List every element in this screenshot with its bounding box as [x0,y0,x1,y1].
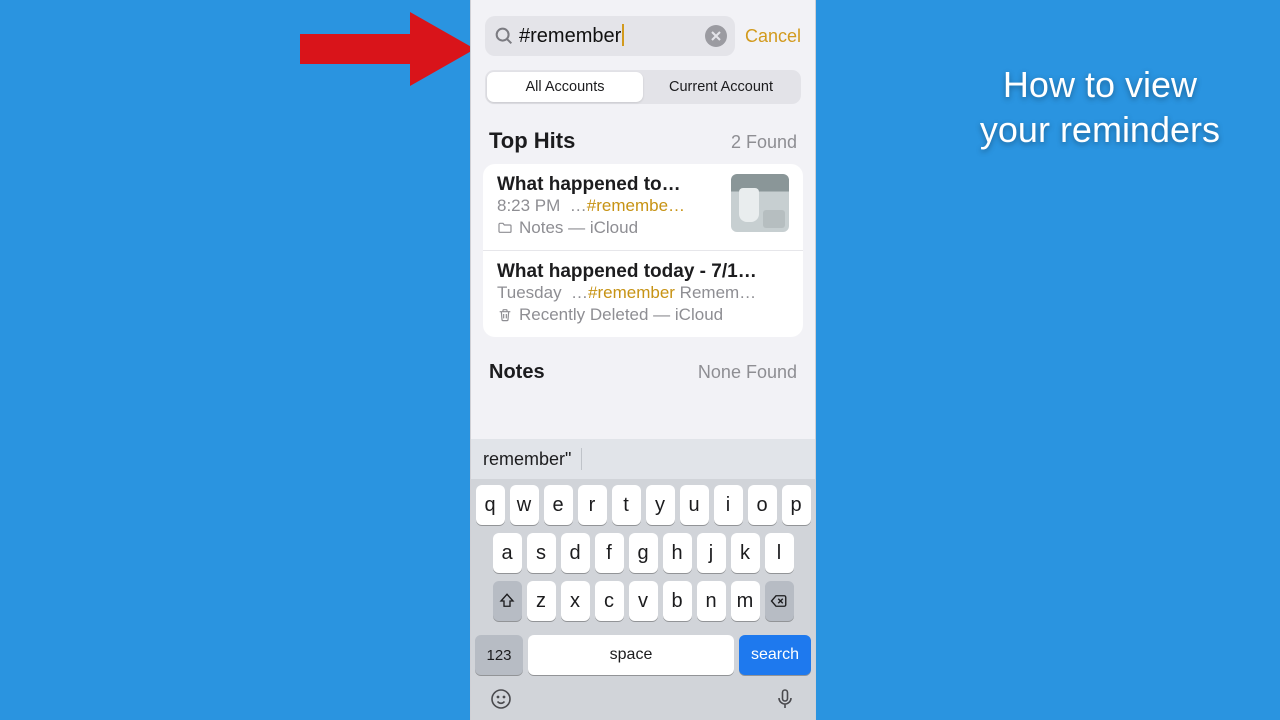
key-e[interactable]: e [544,485,573,525]
key-r[interactable]: r [578,485,607,525]
key-h[interactable]: h [663,533,692,573]
clear-search-button[interactable] [705,25,727,47]
top-hits-count: 2 Found [731,132,797,153]
key-j[interactable]: j [697,533,726,573]
search-result[interactable]: What happened to… 8:23 PM …#remembe… Not… [483,164,803,250]
segment-current-account[interactable]: Current Account [643,72,799,102]
phone-screen: #remember Cancel All Accounts Current Ac… [470,0,816,720]
emoji-icon [489,687,513,711]
result-thumbnail [731,174,789,232]
key-m[interactable]: m [731,581,760,621]
search-bar-row: #remember Cancel [471,0,815,66]
search-input[interactable]: #remember [515,24,705,48]
key-y[interactable]: y [646,485,675,525]
result-location: Notes — iCloud [497,218,721,238]
top-hits-list: What happened to… 8:23 PM …#remembe… Not… [483,164,803,337]
result-snippet: Tuesday …#remember Remem… [497,283,789,303]
shift-icon [498,592,516,610]
key-f[interactable]: f [595,533,624,573]
key-i[interactable]: i [714,485,743,525]
key-l[interactable]: l [765,533,794,573]
key-b[interactable]: b [663,581,692,621]
folder-icon [497,220,513,236]
key-p[interactable]: p [782,485,811,525]
emoji-key[interactable] [489,687,513,716]
caption-line-2: your reminders [980,109,1220,150]
key-t[interactable]: t [612,485,641,525]
key-z[interactable]: z [527,581,556,621]
key-n[interactable]: n [697,581,726,621]
search-result[interactable]: What happened today - 7/1… Tuesday …#rem… [483,250,803,337]
top-hits-title: Top Hits [489,128,575,154]
key-k[interactable]: k [731,533,760,573]
key-u[interactable]: u [680,485,709,525]
result-snippet: 8:23 PM …#remembe… [497,196,721,216]
key-c[interactable]: c [595,581,624,621]
notes-section-header: Notes None Found [471,337,815,394]
search-icon [493,25,515,47]
key-x[interactable]: x [561,581,590,621]
keyboard-suggestions[interactable]: remember" [471,439,815,479]
onscreen-keyboard[interactable]: remember" qwertyuiop asdfghjkl zxcvbnm 1… [471,439,815,720]
dictation-key[interactable] [773,687,797,716]
backspace-icon [770,592,788,610]
key-g[interactable]: g [629,533,658,573]
tutorial-caption: How to view your reminders [980,62,1220,152]
segment-all-accounts[interactable]: All Accounts [487,72,643,102]
result-title: What happened today - 7/1… [497,261,789,283]
red-arrow-annotation [290,4,480,94]
account-scope-segmented[interactable]: All Accounts Current Account [485,70,801,104]
x-icon [711,31,721,41]
search-key[interactable]: search [739,635,811,675]
key-d[interactable]: d [561,533,590,573]
top-hits-header: Top Hits 2 Found [471,104,815,164]
notes-title: Notes [489,361,545,384]
key-a[interactable]: a [493,533,522,573]
key-o[interactable]: o [748,485,777,525]
key-v[interactable]: v [629,581,658,621]
notes-count: None Found [698,362,797,383]
cancel-button[interactable]: Cancel [745,26,801,47]
microphone-icon [773,687,797,711]
suggestion-item[interactable]: remember" [477,449,577,470]
result-title: What happened to… [497,174,721,196]
result-location: Recently Deleted — iCloud [497,305,789,325]
key-q[interactable]: q [476,485,505,525]
caption-line-1: How to view [1003,64,1197,105]
key-s[interactable]: s [527,533,556,573]
numbers-key[interactable]: 123 [475,635,523,675]
trash-icon [497,307,513,323]
text-caret [622,24,624,46]
backspace-key[interactable] [765,581,794,621]
search-field[interactable]: #remember [485,16,735,56]
key-w[interactable]: w [510,485,539,525]
shift-key[interactable] [493,581,522,621]
space-key[interactable]: space [528,635,734,675]
